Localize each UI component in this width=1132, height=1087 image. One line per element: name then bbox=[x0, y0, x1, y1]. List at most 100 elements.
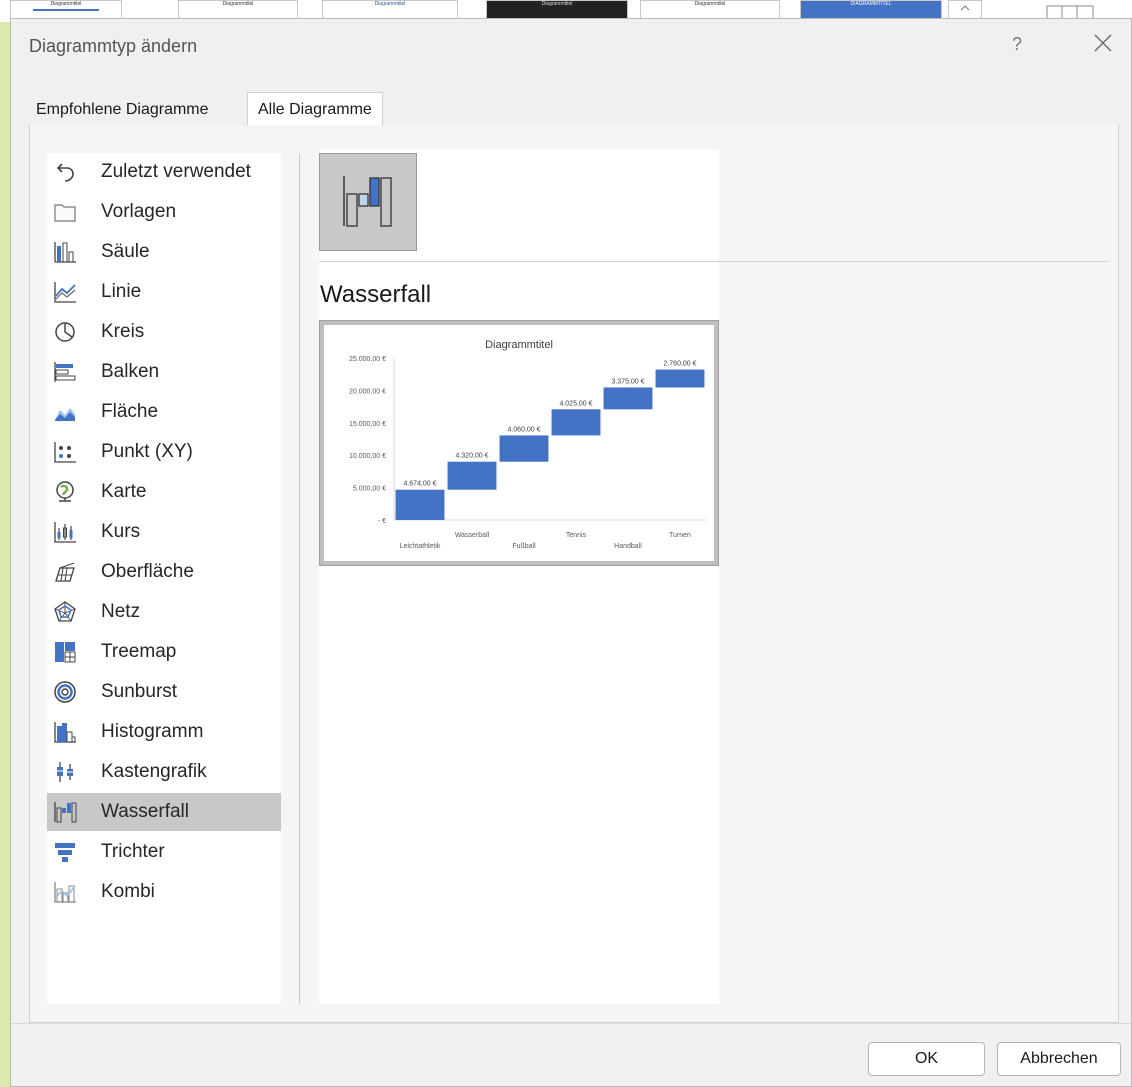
waterfall-bar bbox=[499, 435, 549, 462]
chart-type-label: Zuletzt verwendet bbox=[101, 161, 251, 182]
tab-all-charts[interactable]: Alle Diagramme bbox=[247, 92, 383, 125]
data-label: 4.060,00 € bbox=[507, 426, 540, 433]
map-chart-icon bbox=[53, 480, 77, 504]
chart-type-label: Treemap bbox=[101, 641, 177, 662]
ribbon-chart-style-thumb[interactable]: Diagrammtitel bbox=[322, 0, 458, 20]
footer-divider bbox=[11, 1023, 1131, 1024]
thumb-label: Diagrammtitel bbox=[374, 1, 406, 7]
ribbon-chart-style-thumb[interactable]: Diagrammtitel bbox=[10, 0, 122, 20]
data-label: 2.760,00 € bbox=[663, 361, 696, 368]
tab-recommended-charts[interactable]: Empfohlene Diagramme bbox=[30, 95, 215, 125]
close-button[interactable] bbox=[1089, 29, 1117, 57]
chart-type-label: Kreis bbox=[101, 321, 145, 342]
x-category-label: Leichtathletik bbox=[400, 543, 441, 550]
chart-type-item-sunburst[interactable]: Sunburst bbox=[47, 673, 281, 711]
chart-type-label: Kombi bbox=[101, 881, 155, 902]
close-icon bbox=[1094, 34, 1112, 52]
chart-type-label: Vorlagen bbox=[101, 201, 177, 222]
chart-type-item-histogram[interactable]: Histogramm bbox=[47, 713, 281, 751]
chart-type-label: Oberfläche bbox=[101, 561, 194, 582]
chart-type-label: Punkt (XY) bbox=[101, 441, 193, 462]
waterfall-icon bbox=[343, 176, 392, 227]
x-category-label: Fußball bbox=[512, 543, 536, 550]
area-chart-icon bbox=[53, 400, 77, 424]
worksheet-left-edge bbox=[0, 22, 10, 1087]
y-tick-label: - € bbox=[378, 518, 386, 525]
chart-type-item-treemap[interactable]: Treemap bbox=[47, 633, 281, 671]
scatter-chart-icon bbox=[53, 440, 77, 464]
chart-type-item-bar[interactable]: Balken bbox=[47, 353, 281, 391]
thumb-label: Diagrammtitel bbox=[50, 1, 82, 7]
funnel-icon bbox=[53, 840, 77, 864]
chart-type-label: Linie bbox=[101, 281, 142, 302]
chart-type-item-map[interactable]: Karte bbox=[47, 473, 281, 511]
data-label: 4.320,00 € bbox=[455, 453, 488, 460]
chart-type-item-box-whisker[interactable]: Kastengrafik bbox=[47, 753, 281, 791]
y-tick-label: 10.000,00 € bbox=[349, 453, 386, 460]
ribbon-chart-style-thumb[interactable]: DIAGRAMMTITEL bbox=[800, 0, 942, 20]
grid-icon bbox=[1046, 5, 1094, 20]
panel-divider bbox=[299, 154, 300, 1004]
undo-icon bbox=[53, 160, 77, 184]
chart-type-item-surface[interactable]: Oberfläche bbox=[47, 553, 281, 591]
chart-type-item-recent[interactable]: Zuletzt verwendet bbox=[47, 153, 281, 191]
y-tick-label: 25.000,00 € bbox=[349, 356, 386, 363]
column-chart-icon bbox=[53, 240, 77, 264]
ribbon-chart-style-thumb[interactable]: Diagrammtitel bbox=[486, 0, 628, 20]
chart-type-item-stock[interactable]: Kurs bbox=[47, 513, 281, 551]
data-label: 4.674,00 € bbox=[403, 481, 436, 488]
chart-type-label: Netz bbox=[101, 601, 141, 622]
chart-type-item-area[interactable]: Fläche bbox=[47, 393, 281, 431]
chart-type-label: Histogramm bbox=[101, 721, 204, 742]
thumb-label: Diagrammtitel bbox=[541, 1, 573, 7]
chart-type-item-scatter[interactable]: Punkt (XY) bbox=[47, 433, 281, 471]
waterfall-subtype-tile[interactable] bbox=[319, 153, 417, 251]
stock-chart-icon bbox=[53, 520, 77, 544]
cancel-button[interactable]: Abbrechen bbox=[997, 1042, 1121, 1076]
x-category-label: Tennis bbox=[566, 532, 587, 539]
chart-type-label: Kastengrafik bbox=[101, 761, 207, 782]
ribbon-scroll-up-button[interactable] bbox=[948, 0, 982, 20]
chart-type-item-column[interactable]: Säule bbox=[47, 233, 281, 271]
ribbon-chart-style-thumb[interactable]: Diagrammtitel bbox=[178, 0, 298, 20]
chart-type-label: Balken bbox=[101, 361, 160, 382]
waterfall-bar bbox=[603, 387, 653, 410]
waterfall-bar bbox=[655, 369, 705, 388]
data-label: 3.375,00 € bbox=[611, 378, 644, 385]
chart-preview-canvas: Diagrammtitel - € 5.000,00 € 10.000,00 € 15.… bbox=[324, 325, 714, 561]
dialog-title: Diagrammtyp ändern bbox=[29, 36, 198, 56]
ribbon-change-colors-icon[interactable] bbox=[1042, 0, 1098, 20]
waterfall-bar bbox=[395, 489, 445, 520]
chart-type-item-templates[interactable]: Vorlagen bbox=[47, 193, 281, 231]
chart-type-item-radar[interactable]: Netz bbox=[47, 593, 281, 631]
chart-type-item-funnel[interactable]: Trichter bbox=[47, 833, 281, 871]
chart-preview[interactable]: Diagrammtitel - € 5.000,00 € 10.000,00 € 15.… bbox=[319, 320, 719, 566]
pie-chart-icon bbox=[53, 320, 77, 344]
waterfall-chart: Diagrammtitel - € 5.000,00 € 10.000,00 € 15.… bbox=[349, 339, 706, 550]
ok-button[interactable]: OK bbox=[868, 1042, 985, 1076]
y-tick-label: 20.000,00 € bbox=[349, 388, 386, 395]
chart-type-label: Trichter bbox=[101, 841, 165, 862]
bar-chart-icon bbox=[53, 360, 77, 384]
x-category-label: Wasserball bbox=[455, 532, 490, 539]
ribbon-chart-style-thumb[interactable]: Diagrammtitel bbox=[640, 0, 780, 20]
y-tick-label: 15.000,00 € bbox=[349, 421, 386, 428]
waterfall-bar bbox=[551, 409, 601, 436]
chart-type-label: Fläche bbox=[101, 401, 159, 422]
chart-type-item-pie[interactable]: Kreis bbox=[47, 313, 281, 351]
folder-icon bbox=[53, 200, 77, 224]
chart-type-item-waterfall[interactable]: Wasserfall bbox=[47, 793, 281, 831]
chart-title: Diagrammtitel bbox=[485, 339, 553, 351]
chart-type-label: Karte bbox=[101, 481, 147, 502]
thumb-label: Diagrammtitel bbox=[222, 1, 254, 7]
help-button[interactable]: ? bbox=[1012, 34, 1022, 55]
treemap-icon bbox=[53, 640, 77, 664]
subtype-divider bbox=[319, 261, 1109, 262]
thumb-label: DIAGRAMMTITEL bbox=[850, 1, 892, 7]
x-category-label: Handball bbox=[614, 543, 642, 550]
chart-type-item-line[interactable]: Linie bbox=[47, 273, 281, 311]
chart-type-item-combo[interactable]: Kombi bbox=[47, 873, 281, 911]
surface-chart-icon bbox=[53, 560, 77, 584]
chart-type-list: Zuletzt verwendet Vorlagen Säule Linie K… bbox=[47, 153, 281, 1004]
chart-type-label: Säule bbox=[101, 241, 150, 262]
